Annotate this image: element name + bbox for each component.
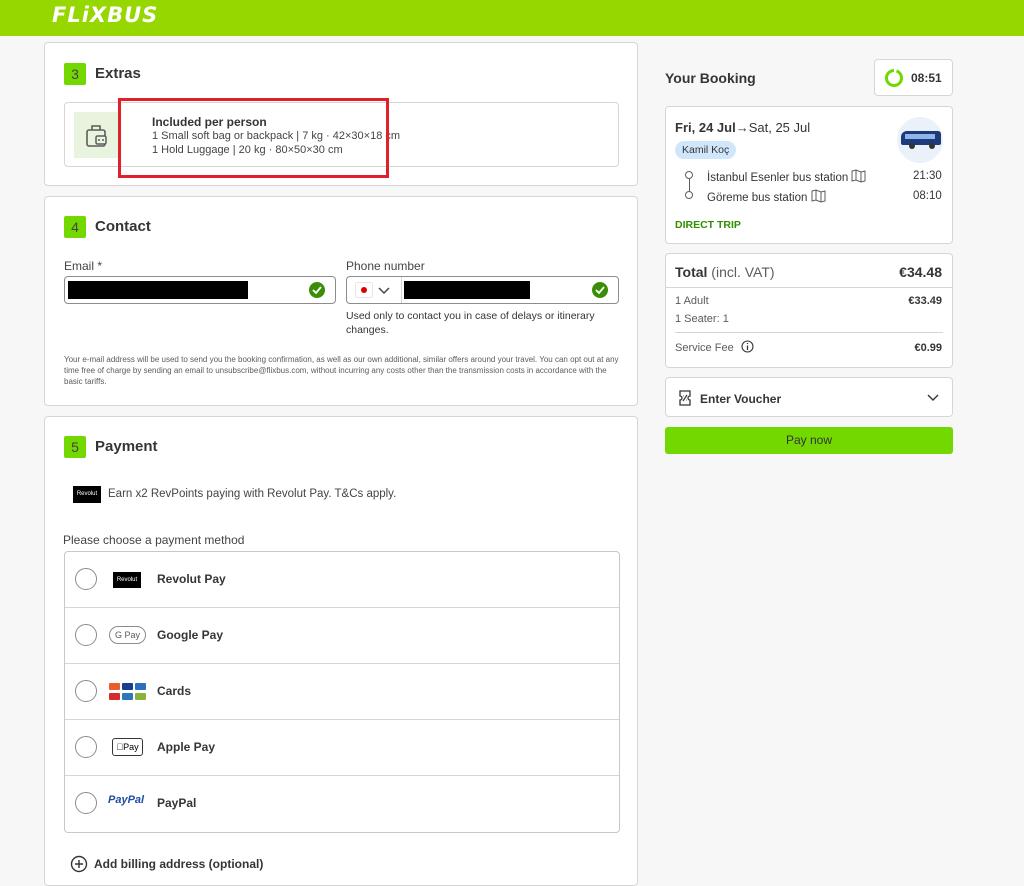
credit-cards-icon xyxy=(109,682,146,702)
email-field[interactable] xyxy=(64,276,336,304)
email-valid-check-icon xyxy=(309,282,325,298)
payment-method-prompt: Please choose a payment method xyxy=(63,533,245,547)
payment-method-apple-pay[interactable]: Pay Apple Pay xyxy=(65,720,619,776)
your-booking-title: Your Booking xyxy=(665,70,756,86)
payment-method-cards[interactable]: Cards xyxy=(65,664,619,720)
chevron-down-icon xyxy=(927,394,939,401)
extras-step-number: 3 xyxy=(64,63,86,85)
direct-trip-label: DIRECT TRIP xyxy=(675,219,741,231)
contact-section: 4 Contact Email * Phone number Used only… xyxy=(44,196,638,406)
apple-pay-label: Apple Pay xyxy=(157,740,216,754)
trip-dates: Fri, 24 Jul→Sat, 25 Jul xyxy=(675,120,810,135)
email-value-redacted xyxy=(68,281,248,299)
payment-section: 5 Payment Revolut Earn x2 RevPoints payi… xyxy=(44,416,638,886)
contact-title: Contact xyxy=(95,218,151,235)
summary-divider xyxy=(666,287,952,288)
plus-circle-icon xyxy=(70,855,88,873)
trip-card: Fri, 24 Jul→Sat, 25 Jul Kamil Koç İstanb… xyxy=(665,106,953,244)
cards-radio[interactable] xyxy=(75,680,97,702)
phone-label: Phone number xyxy=(346,259,425,273)
total-value: €34.48 xyxy=(899,264,942,280)
voucher-ticket-icon xyxy=(679,390,691,406)
phone-valid-check-icon xyxy=(592,282,608,298)
highlight-box xyxy=(118,98,389,178)
total-label-text: Total xyxy=(675,264,708,280)
apple-pay-icon: Pay xyxy=(112,738,143,756)
extras-section: 3 Extras Included per person 1 Small sof… xyxy=(44,42,638,186)
pay-now-button[interactable]: Pay now xyxy=(665,427,953,454)
info-icon[interactable] xyxy=(741,340,754,353)
payment-method-paypal[interactable]: PayPal PayPal xyxy=(65,776,619,832)
google-pay-radio[interactable] xyxy=(75,624,97,646)
route-line xyxy=(684,171,694,199)
map-icon[interactable] xyxy=(811,189,826,203)
payment-title: Payment xyxy=(95,438,158,455)
timer-text: 08:51 xyxy=(911,71,942,85)
add-billing-address-label: Add billing address (optional) xyxy=(94,857,264,871)
email-disclaimer: Your e-mail address will be used to send… xyxy=(64,355,619,386)
timer-box: 08:51 xyxy=(874,59,953,96)
phone-value-redacted xyxy=(404,281,530,299)
apple-pay-radio[interactable] xyxy=(75,736,97,758)
paypal-radio[interactable] xyxy=(75,792,97,814)
chevron-down-icon xyxy=(378,287,390,295)
paypal-icon: PayPal xyxy=(108,794,145,806)
total-vat-note: (incl. VAT) xyxy=(711,264,775,280)
paypal-label: PayPal xyxy=(157,796,197,810)
cards-label: Cards xyxy=(157,684,192,698)
price-summary: Total (incl. VAT) €34.48 1 Adult €33.49 … xyxy=(665,253,953,368)
seater-label: 1 Seater: 1 xyxy=(675,313,729,325)
flixbus-logo[interactable]: FLiXBUS xyxy=(52,3,158,27)
service-fee-row: Service Fee xyxy=(675,340,754,354)
map-icon[interactable] xyxy=(851,169,866,183)
phone-hint: Used only to contact you in case of dela… xyxy=(346,310,595,336)
arrival-date: Sat, 25 Jul xyxy=(748,120,811,135)
phone-field[interactable] xyxy=(346,276,619,304)
voucher-dropdown[interactable]: Enter Voucher xyxy=(665,377,953,417)
operator-badge: Kamil Koç xyxy=(675,141,737,159)
departure-date: Fri, 24 Jul xyxy=(675,120,736,135)
payment-method-revolut[interactable]: Revolut Revolut Pay xyxy=(65,552,619,608)
date-arrow-icon: → xyxy=(735,120,749,135)
departure-time: 21:30 xyxy=(913,170,942,182)
revolut-promo-text: Earn x2 RevPoints paying with Revolut Pa… xyxy=(108,488,397,500)
arrival-station: Göreme bus station xyxy=(707,189,826,204)
japan-flag-icon xyxy=(356,283,372,297)
luggage-icon xyxy=(74,112,120,158)
adult-price: €33.49 xyxy=(908,295,942,307)
top-bar: FLiXBUS xyxy=(0,0,1024,36)
payment-method-google-pay[interactable]: G Pay Google Pay xyxy=(65,608,619,664)
google-pay-label: Google Pay xyxy=(157,628,224,642)
country-code-select[interactable] xyxy=(347,277,402,303)
adult-label: 1 Adult xyxy=(675,295,709,307)
payment-methods-list: Revolut Revolut Pay G Pay Google Pay Car… xyxy=(64,551,620,833)
revolut-pay-icon: Revolut xyxy=(113,572,141,588)
arrival-time: 08:10 xyxy=(913,190,942,202)
service-fee-label: Service Fee xyxy=(675,342,734,354)
email-label: Email * xyxy=(64,259,103,273)
payment-step-number: 5 xyxy=(64,436,86,458)
arrival-station-name: Göreme bus station xyxy=(707,192,808,204)
departure-station-name: İstanbul Esenler bus station xyxy=(707,172,849,184)
add-billing-address-button[interactable]: Add billing address (optional) xyxy=(70,855,270,875)
timer-ring-icon xyxy=(885,68,903,87)
departure-station: İstanbul Esenler bus station xyxy=(707,169,866,184)
extras-title: Extras xyxy=(95,65,141,82)
summary-divider-2 xyxy=(675,332,943,333)
bus-image xyxy=(897,117,943,163)
revolut-pay-label: Revolut Pay xyxy=(157,572,226,586)
revolut-promo-badge: Revolut xyxy=(73,486,101,503)
contact-step-number: 4 xyxy=(64,216,86,238)
google-pay-icon: G Pay xyxy=(109,626,146,644)
apple-pay-icon-text: Pay xyxy=(119,742,139,752)
service-fee-value: €0.99 xyxy=(914,342,942,354)
voucher-label: Enter Voucher xyxy=(700,392,782,406)
revolut-radio[interactable] xyxy=(75,568,97,590)
total-label: Total (incl. VAT) xyxy=(675,264,775,280)
